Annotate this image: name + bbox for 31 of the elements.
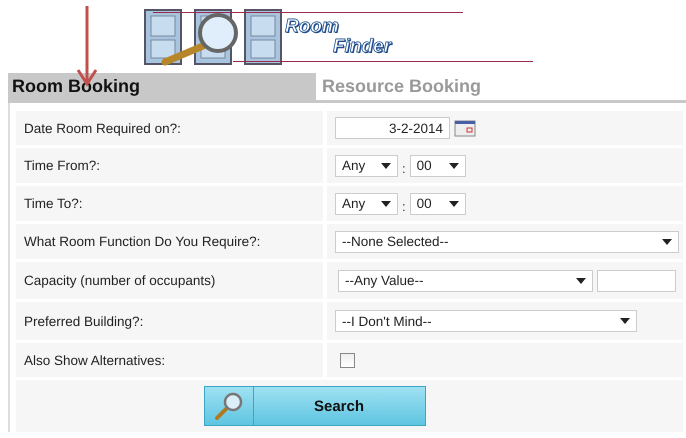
field-label: Also Show Alternatives: (16, 343, 323, 377)
date-field[interactable]: 3-2-2014 (335, 117, 450, 139)
caret-icon (662, 238, 672, 244)
magnifier-icon (214, 391, 244, 421)
dropdown[interactable]: --None Selected-- (335, 230, 679, 252)
caret-icon (620, 318, 630, 324)
field-label: Time From?: (16, 148, 323, 183)
field-label: Capacity (number of occupants) (16, 262, 323, 299)
dropdown[interactable]: --I Don't Mind-- (335, 310, 637, 332)
input-field[interactable] (597, 270, 676, 292)
caret-icon (381, 200, 391, 206)
dropdown[interactable]: --Any Value-- (338, 270, 593, 292)
field-label: Preferred Building?: (16, 302, 323, 340)
caret-icon (381, 162, 391, 168)
time-separator: : (402, 161, 406, 176)
field-label: Date Room Required on?: (16, 111, 323, 145)
caret-icon (576, 278, 586, 284)
minute-dropdown[interactable]: 00 (410, 192, 466, 214)
caret-icon (448, 200, 459, 206)
field-label: What Room Function Do You Require?: (16, 224, 323, 259)
checkbox[interactable] (340, 352, 355, 368)
calendar-icon[interactable] (454, 119, 476, 137)
tab[interactable]: Room Booking (8, 73, 316, 103)
logo-text: Room Finder (285, 16, 392, 56)
hour-dropdown[interactable]: Any (335, 192, 398, 214)
search-button[interactable]: Search (204, 386, 426, 426)
hour-dropdown[interactable]: Any (335, 154, 398, 176)
minute-dropdown[interactable]: 00 (410, 154, 466, 176)
time-separator: : (402, 199, 406, 214)
caret-icon (448, 162, 459, 168)
field-label: Time To?: (16, 186, 323, 221)
